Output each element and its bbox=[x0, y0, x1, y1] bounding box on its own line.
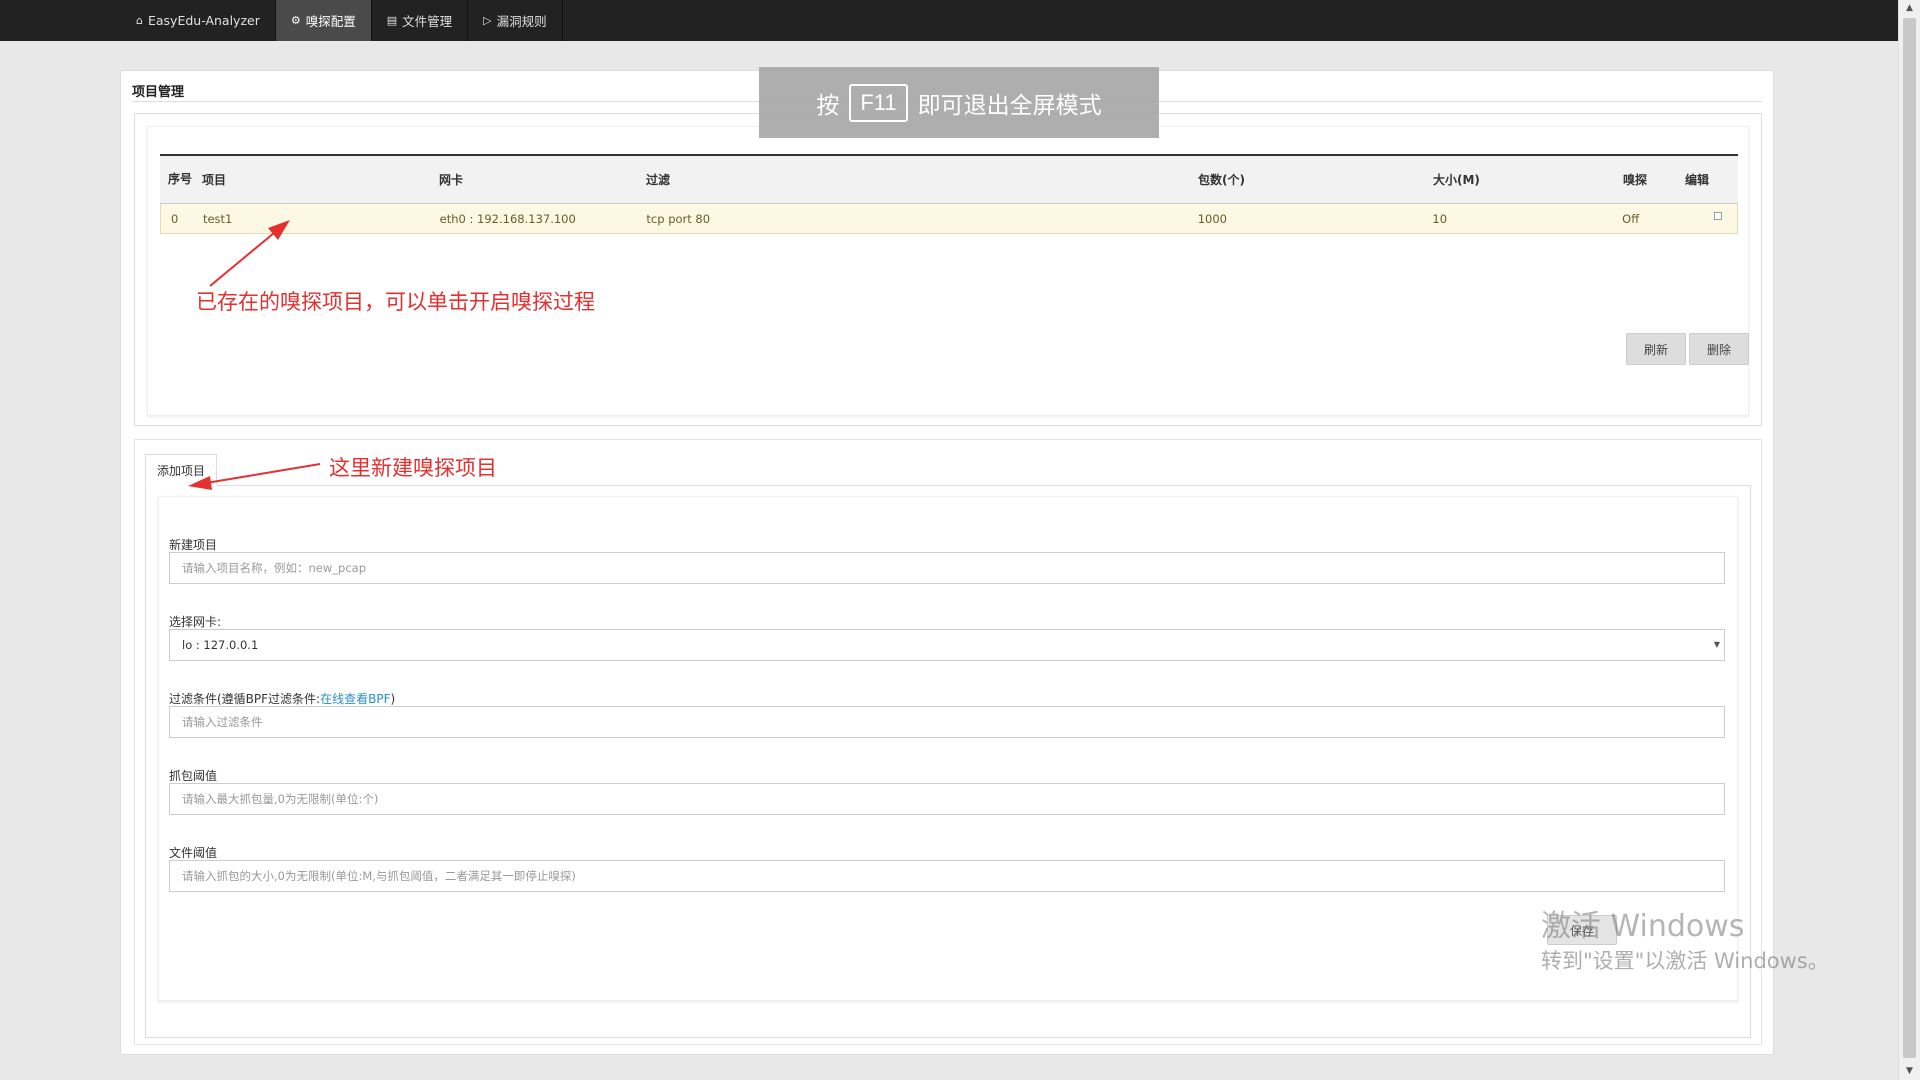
filter-label-suffix: ) bbox=[390, 692, 396, 706]
cell-index: 0 bbox=[171, 211, 179, 226]
col-header-edit: 编辑 bbox=[1685, 173, 1710, 187]
cell-filter: tcp port 80 bbox=[646, 211, 711, 226]
fullscreen-hint: 按 F11 即可退出全屏模式 bbox=[759, 67, 1159, 138]
main-panel: 项目管理 序号 项目 网卡 过滤 包数(个) 大小(M) 嗅探 编辑 0 tes… bbox=[120, 70, 1774, 1055]
nav-brand[interactable]: ⌂ EasyEdu-Analyzer bbox=[120, 0, 276, 41]
nav-item-vuln-rules[interactable]: ▷ 漏洞规则 bbox=[468, 0, 563, 41]
file-limit-label: 文件阈值 bbox=[169, 846, 218, 860]
cell-size: 10 bbox=[1432, 211, 1448, 226]
f11-key: F11 bbox=[849, 83, 908, 122]
fullscreen-hint-suffix: 即可退出全屏模式 bbox=[917, 92, 1102, 119]
filter-input[interactable]: 请输入过滤条件 bbox=[169, 706, 1725, 738]
packet-limit-input[interactable]: 请输入最大抓包量,0为无限制(单位:个) bbox=[169, 783, 1725, 815]
project-list-inner: 序号 项目 网卡 过滤 包数(个) 大小(M) 嗅探 编辑 0 test1 et… bbox=[147, 126, 1749, 416]
nav-item-label: 漏洞规则 bbox=[496, 14, 547, 29]
fullscreen-hint-prefix: 按 bbox=[816, 92, 840, 119]
annotation-existing: 已存在的嗅探项目，可以单击开启嗅探过程 bbox=[196, 290, 595, 314]
nic-select[interactable]: lo : 127.0.0.1 ▼ bbox=[169, 629, 1725, 661]
project-list-box: 序号 项目 网卡 过滤 包数(个) 大小(M) 嗅探 编辑 0 test1 et… bbox=[134, 113, 1762, 426]
filter-label: 过滤条件(遵循BPF过滤条件:在线查看BPF) bbox=[169, 690, 395, 707]
nav-item-file-manage[interactable]: ▤ 文件管理 bbox=[372, 0, 469, 41]
brand-label: EasyEdu-Analyzer bbox=[147, 13, 260, 28]
nic-select-value: lo : 127.0.0.1 bbox=[182, 638, 259, 652]
cell-nic: eth0 : 192.168.137.100 bbox=[439, 211, 576, 226]
col-header-project: 项目 bbox=[202, 173, 227, 187]
packet-limit-label: 抓包阈值 bbox=[169, 769, 218, 783]
nav-item-sniff-config[interactable]: ⚙ 嗅探配置 bbox=[275, 0, 372, 41]
scroll-thumb[interactable] bbox=[1903, 18, 1916, 1058]
cell-edit bbox=[1674, 211, 1737, 220]
top-navbar: ⌂ EasyEdu-Analyzer ⚙ 嗅探配置 ▤ 文件管理 ▷ 漏洞规则 bbox=[0, 0, 1898, 41]
filter-label-prefix: 过滤条件(遵循BPF过滤条件: bbox=[169, 692, 321, 706]
annotation-new: 这里新建嗅探项目 bbox=[329, 456, 497, 480]
tab-content: 新建项目 请输入项目名称，例如：new_pcap 选择网卡: lo : 127.… bbox=[145, 486, 1751, 1038]
col-header-size: 大小(M) bbox=[1433, 173, 1480, 187]
nav-item-label: 文件管理 bbox=[402, 14, 453, 29]
file-limit-input[interactable]: 请输入抓包的大小,0为无限制(单位:M,与抓包阈值，二者满足其一即停止嗅探) bbox=[169, 860, 1725, 892]
project-name-label: 新建项目 bbox=[169, 538, 218, 552]
add-project-box: 添加项目 新建项目 请输入项目名称，例如：new_pcap 选择网卡: lo :… bbox=[134, 439, 1762, 1045]
chevron-down-icon: ▼ bbox=[1713, 640, 1720, 649]
bullhorn-icon: ▷ bbox=[483, 14, 492, 27]
gear-icon: ⚙ bbox=[290, 14, 301, 27]
col-header-index: 序号 bbox=[168, 172, 193, 186]
cell-project: test1 bbox=[202, 211, 233, 226]
col-header-sniff: 嗅探 bbox=[1623, 173, 1648, 187]
home-icon: ⌂ bbox=[136, 14, 143, 27]
panel-title: 项目管理 bbox=[132, 85, 185, 100]
windows-watermark-title: 激活 Windows bbox=[1541, 909, 1745, 944]
bpf-online-link[interactable]: 在线查看BPF bbox=[320, 692, 390, 706]
add-project-form: 新建项目 请输入项目名称，例如：new_pcap 选择网卡: lo : 127.… bbox=[158, 496, 1738, 1001]
project-table: 序号 项目 网卡 过滤 包数(个) 大小(M) 嗅探 编辑 0 test1 et… bbox=[160, 154, 1738, 234]
scroll-up-arrow-icon[interactable]: ▲ bbox=[1899, 0, 1920, 17]
delete-button[interactable]: 删除 bbox=[1689, 333, 1749, 365]
file-icon: ▤ bbox=[386, 14, 398, 27]
refresh-button[interactable]: 刷新 bbox=[1626, 333, 1686, 365]
nic-label: 选择网卡: bbox=[169, 615, 222, 629]
cell-packets: 1000 bbox=[1197, 211, 1227, 226]
edit-checkbox[interactable] bbox=[1714, 211, 1723, 220]
col-header-nic: 网卡 bbox=[439, 173, 464, 187]
project-name-input[interactable]: 请输入项目名称，例如：new_pcap bbox=[169, 552, 1725, 584]
col-header-packets: 包数(个) bbox=[1198, 173, 1245, 187]
table-header: 序号 项目 网卡 过滤 包数(个) 大小(M) 嗅探 编辑 bbox=[160, 156, 1738, 204]
table-row[interactable]: 0 test1 eth0 : 192.168.137.100 tcp port … bbox=[160, 204, 1738, 234]
scroll-down-arrow-icon[interactable]: ▼ bbox=[1899, 1063, 1920, 1080]
cell-sniff: Off bbox=[1622, 211, 1640, 226]
nav-item-label: 嗅探配置 bbox=[305, 14, 356, 29]
tab-add-project[interactable]: 添加项目 bbox=[145, 454, 217, 486]
page-scrollbar[interactable]: ▲ ▼ bbox=[1898, 0, 1920, 1080]
col-header-filter: 过滤 bbox=[646, 173, 671, 187]
windows-watermark-subtitle: 转到"设置"以激活 Windows。 bbox=[1541, 949, 1829, 973]
